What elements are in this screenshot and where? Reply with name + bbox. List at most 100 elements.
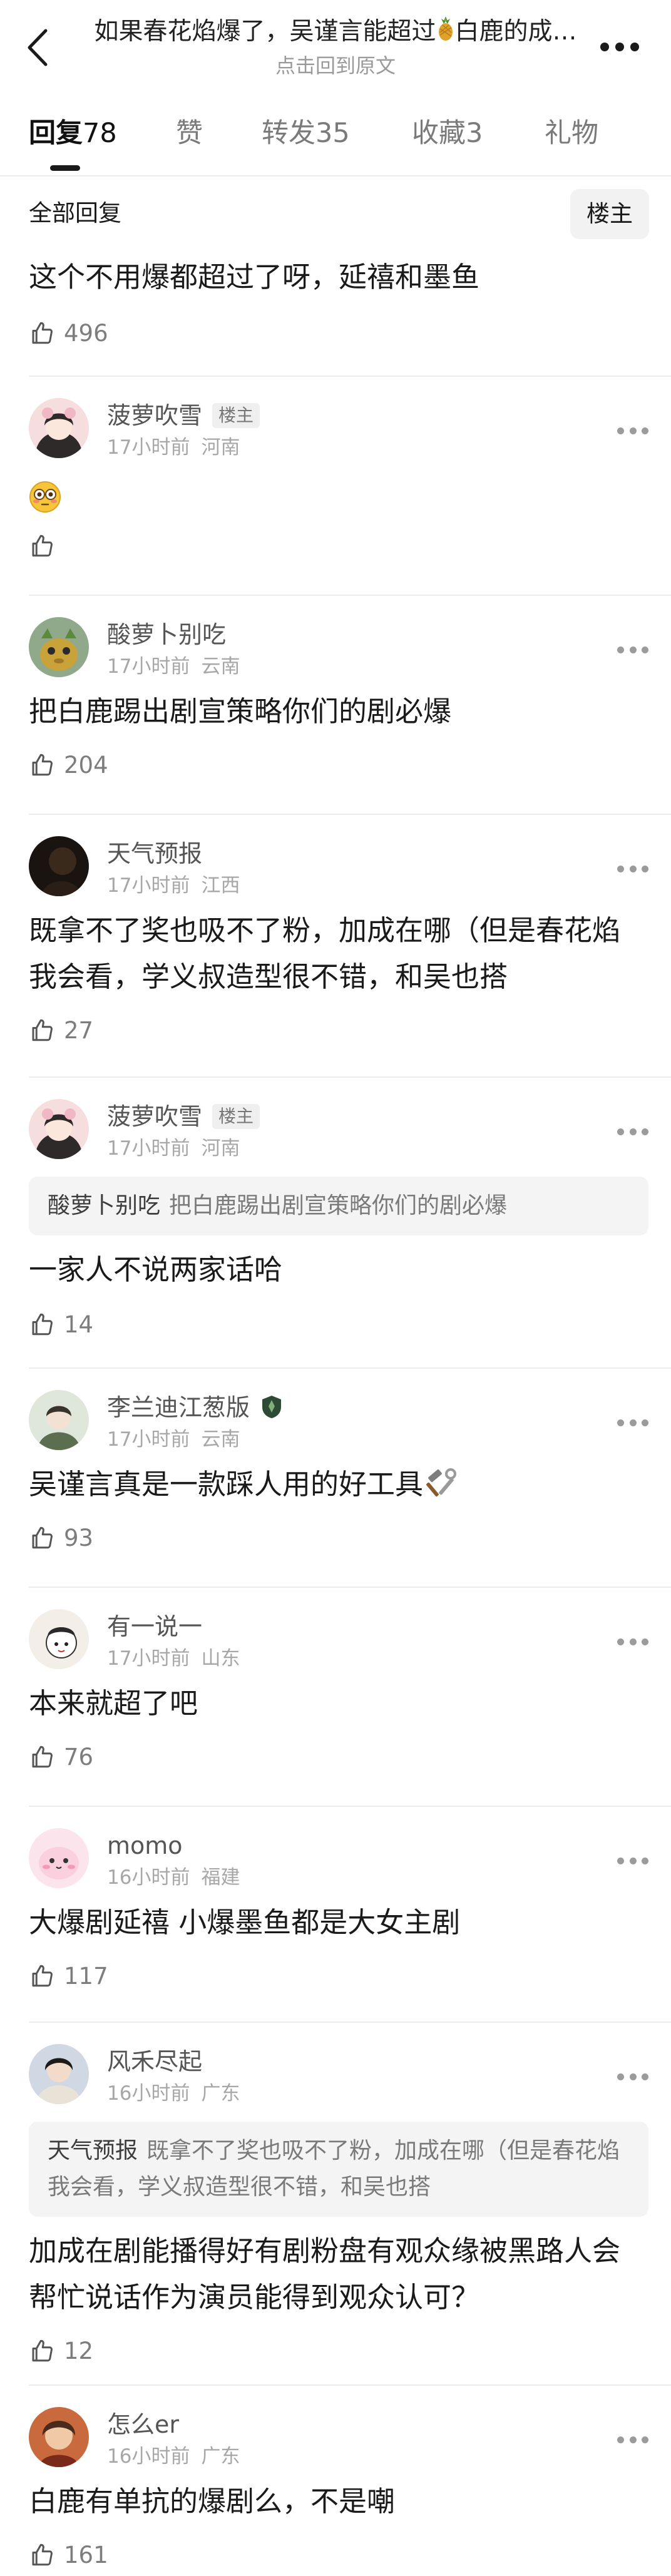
avatar[interactable] [29,617,89,677]
avatar[interactable] [29,836,89,896]
username[interactable]: 有一说一 [107,1610,202,1643]
top-nav-bar: 如果春花焰爆了，吴谨言能超过 白鹿的成… 点击回到原文 [0,0,671,94]
tab-divider [0,175,671,176]
like-button[interactable]: 27 [29,1014,93,1046]
like-button[interactable] [29,529,64,562]
avatar[interactable] [29,2044,89,2104]
comment-more-button[interactable] [617,1854,648,1867]
comment-divider [29,376,671,377]
comment-time: 17小时前 [107,436,190,459]
hammer-and-wrench-emoji [426,1466,457,1513]
like-button[interactable]: 93 [29,1521,93,1554]
like-button[interactable]: 117 [29,1960,108,1992]
tab-reposts-label: 转发 [262,118,315,149]
flushed-face-emoji [29,481,61,516]
avatar[interactable] [29,2407,89,2467]
tab-reposts[interactable]: 转发35 [262,113,350,154]
owner-only-button[interactable]: 楼主 [570,189,649,239]
like-count: 204 [64,751,108,779]
avatar[interactable] [29,1390,89,1450]
avatar[interactable] [29,1828,89,1888]
post-title-area[interactable]: 如果春花焰爆了，吴谨言能超过 白鹿的成… 点击回到原文 [81,15,590,79]
like-count: 14 [64,1311,94,1338]
quoted-username[interactable]: 天气预报 [48,2138,138,2164]
comment-text: 大爆剧延禧 小爆墨鱼都是大女主剧 [29,1906,461,1939]
comment-time: 16小时前 [107,2445,190,2468]
comment-text: 白鹿有单抗的爆剧么，不是嘲 [29,2485,396,2518]
tab-reposts-count: 35 [315,118,350,149]
username[interactable]: momo [107,1829,183,1862]
avatar[interactable] [29,398,89,458]
quoted-reply[interactable]: 酸萝卜别吃 把白鹿踢出剧宣策略你们的剧必爆 [29,1177,648,1235]
thumbs-up-icon [32,534,53,557]
comment-location: 山东 [201,1647,240,1670]
quoted-username[interactable]: 酸萝卜别吃 [48,1193,160,1219]
comment-meta: 17小时前 江西 [107,872,240,899]
comment-divider [29,595,671,596]
comment-text-content: 吴谨言真是一款踩人用的好工具 [29,1468,424,1501]
tab-favorites-count: 3 [466,118,483,149]
comment-location: 广东 [201,2445,240,2468]
like-count: 76 [64,1743,94,1771]
thumbs-up-icon [32,322,53,344]
like-button[interactable]: 12 [29,2334,93,2367]
avatar[interactable] [29,1609,89,1669]
username[interactable]: 李兰迪江葱版 [107,1391,284,1428]
tab-likes[interactable]: 赞 [176,113,203,154]
tab-gifts[interactable]: 礼物 [545,113,598,154]
thumbs-up-icon [32,1745,53,1768]
comment-more-button[interactable] [617,1416,648,1429]
like-button[interactable]: 204 [29,749,108,781]
comment-more-button[interactable] [617,1125,648,1138]
thumbs-up-icon [32,2543,53,2566]
comment-divider [29,2384,671,2386]
like-button[interactable]: 161 [29,2538,108,2571]
username-text: 菠萝吹雪 [107,402,203,429]
comment-time: 17小时前 [107,655,190,678]
comment-meta: 17小时前 河南 [107,434,240,461]
comment-more-button[interactable] [617,1635,648,1648]
thumbs-up-icon [32,1313,53,1336]
thumbs-up-icon [32,1526,53,1549]
username[interactable]: 怎么er [107,2408,179,2441]
tab-replies[interactable]: 回复78 [29,113,117,154]
avatar[interactable] [29,1099,89,1159]
comment-text: 这个不用爆都超过了呀，延禧和墨鱼 [29,260,480,294]
like-count: 27 [64,1016,94,1044]
like-button[interactable]: 496 [29,317,108,349]
tab-likes-label: 赞 [176,118,203,149]
like-count: 12 [64,2337,94,2364]
more-options-button[interactable] [595,31,645,63]
comment-more-button[interactable] [617,2070,648,2083]
username[interactable]: 风禾尽起 [107,2045,202,2078]
tab-favorites-label: 收藏 [412,118,466,149]
back-to-original-link[interactable]: 点击回到原文 [81,52,590,79]
tab-replies-count: 78 [83,118,117,149]
comment-text: 把白鹿踢出剧宣策略你们的剧必爆 [29,695,452,728]
comment-time: 16小时前 [107,2082,190,2105]
post-title[interactable]: 如果春花焰爆了，吴谨言能超过 白鹿的成… [81,15,590,51]
tab-favorites[interactable]: 收藏3 [412,113,483,154]
comment-more-button[interactable] [617,424,648,437]
like-button[interactable]: 76 [29,1740,93,1773]
username[interactable]: 酸萝卜别吃 [107,618,226,651]
back-button[interactable] [19,24,56,71]
quoted-text: 把白鹿踢出剧宣策略你们的剧必爆 [169,1193,508,1219]
all-replies-filter[interactable]: 全部回复 [29,197,121,230]
comment-divider [29,1076,671,1078]
comment-text: 吴谨言真是一款踩人用的好工具 [29,1461,642,1513]
shield-badge-icon [260,1394,284,1428]
comment-more-button[interactable] [617,2433,648,2446]
comment-divider [29,1367,671,1369]
username[interactable]: 天气预报 [107,837,202,870]
comment-more-button[interactable] [617,862,648,875]
username[interactable]: 菠萝吹雪 楼主 [107,399,260,432]
post-title-part-2: 白鹿的成… [454,18,577,46]
like-button[interactable]: 14 [29,1308,93,1341]
username[interactable]: 菠萝吹雪 楼主 [107,1100,260,1133]
quoted-reply[interactable]: 天气预报 既拿不了奖也吸不了粉，加成在哪（但是春花焰我会看，学义叔造型很不错，和吴… [29,2122,648,2217]
comment-time: 17小时前 [107,1428,190,1451]
comment-meta: 16小时前 广东 [107,2080,240,2107]
comment-more-button[interactable] [617,643,648,656]
comment-text: 本来就超了吧 [29,1687,198,1720]
